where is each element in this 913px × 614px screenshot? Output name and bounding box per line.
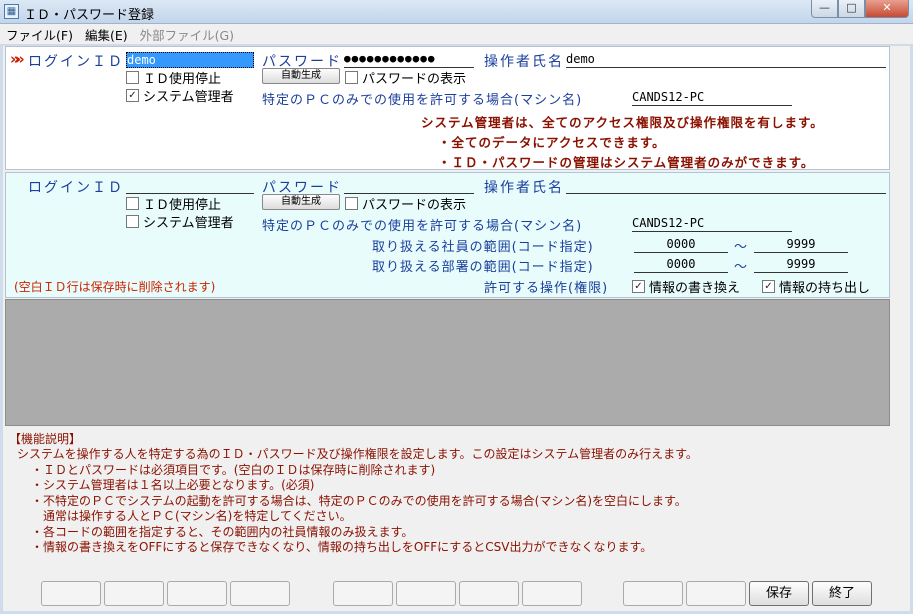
employee-from-input[interactable]: 0000	[634, 237, 728, 253]
login-id-label: ログインＩＤ	[28, 54, 124, 70]
help-line: ・不特定のＰＣでシステムの起動を許可する場合は、特定のＰＣのみでの使用を許可する…	[31, 493, 687, 508]
help-line: ・情報の書き換えをOFFにすると保存できなくなり、情報の持ち出しをOFFにすると…	[31, 540, 653, 554]
function-button-8	[522, 581, 582, 606]
menu-file[interactable]: ファイル(F)	[0, 25, 79, 44]
sysadmin-checkbox[interactable]	[126, 215, 139, 228]
show-password-label: パスワードの表示	[362, 72, 467, 87]
record-row-2: ログインＩＤ パスワード 操作者氏名 ＩＤ使用停止 自動生成 パスワードの表示 …	[5, 172, 890, 298]
machine-name-input[interactable]: CANDS12-PC	[632, 90, 792, 106]
exit-button[interactable]: 終了	[812, 581, 872, 606]
window-controls: — □ ✕	[811, 0, 909, 18]
admin-note-1: システム管理者は、全てのアクセス権限及び操作権限を有します。	[421, 115, 824, 130]
machine-name-input[interactable]: CANDS12-PC	[632, 216, 792, 232]
login-id-label: ログインＩＤ	[28, 180, 124, 196]
function-button-9	[623, 581, 683, 606]
auto-generate-button[interactable]: 自動生成	[262, 68, 340, 84]
show-password-checkbox[interactable]	[345, 197, 358, 210]
sysadmin-label: システム管理者	[143, 90, 234, 105]
menu-bar: ファイル(F) 編集(E) 外部ファイル(G)	[0, 24, 913, 45]
function-button-5	[333, 581, 393, 606]
blank-id-note: (空白ＩＤ行は保存時に削除されます)	[14, 280, 216, 294]
help-line: ・ＩＤとパスワードは必須項目です。(空白のＩＤは保存時に削除されます)	[31, 462, 436, 477]
id-stop-checkbox[interactable]	[126, 71, 139, 84]
operator-name-label: 操作者氏名	[484, 180, 564, 196]
export-checkbox[interactable]: ✓	[762, 280, 775, 293]
help-line: システムを操作する人を特定する為のＩＤ・パスワード及び操作権限を設定します。この…	[17, 447, 698, 461]
show-password-checkbox-row[interactable]: パスワードの表示	[345, 194, 466, 213]
auto-generate-button[interactable]: 自動生成	[262, 194, 340, 210]
password-input[interactable]	[344, 178, 474, 194]
id-stop-label: ＩＤ使用停止	[143, 198, 222, 213]
help-title: 【機能説明】	[9, 432, 82, 446]
function-button-7	[459, 581, 519, 606]
login-id-input[interactable]: demo	[126, 52, 254, 68]
dept-to-input[interactable]: 9999	[754, 257, 848, 273]
sysadmin-checkbox-row[interactable]: システム管理者	[126, 212, 234, 231]
employee-range-separator: ～	[734, 240, 749, 255]
dept-from-input[interactable]: 0000	[634, 257, 728, 273]
admin-note-3: ・ＩＤ・パスワードの管理はシステム管理者のみができます。	[438, 155, 815, 170]
rewrite-checkbox-row[interactable]: ✓ 情報の書き換え	[632, 277, 740, 296]
id-stop-checkbox-row[interactable]: ＩＤ使用停止	[126, 68, 221, 87]
export-checkbox-row[interactable]: ✓ 情報の持ち出し	[762, 277, 870, 296]
minimize-button[interactable]: —	[811, 0, 838, 18]
empty-record-area	[5, 299, 890, 426]
dept-range-label: 取り扱える部署の範囲(コード指定)	[372, 260, 594, 275]
close-button[interactable]: ✕	[865, 0, 909, 18]
title-bar: ▦ ＩＤ・パスワード登録 — □ ✕	[0, 0, 913, 24]
id-stop-checkbox-row[interactable]: ＩＤ使用停止	[126, 194, 221, 213]
help-section: 【機能説明】 システムを操作する人を特定する為のＩＤ・パスワード及び操作権限を設…	[9, 430, 904, 556]
id-stop-label: ＩＤ使用停止	[143, 72, 222, 87]
function-button-1	[41, 581, 101, 606]
permission-label: 許可する操作(権限)	[484, 281, 609, 296]
show-password-checkbox-row[interactable]: パスワードの表示	[345, 68, 466, 87]
rewrite-checkbox[interactable]: ✓	[632, 280, 645, 293]
menu-external-file: 外部ファイル(G)	[139, 27, 235, 43]
export-label: 情報の持ち出し	[779, 281, 871, 296]
function-button-4	[230, 581, 290, 606]
operator-name-label: 操作者氏名	[484, 54, 564, 70]
window-title: ＩＤ・パスワード登録	[24, 8, 155, 23]
function-button-2	[104, 581, 164, 606]
client-area: » » ログインＩＤ demo パスワード ●●●●●●●●●●●● 操作者氏名…	[3, 46, 910, 611]
employee-to-input[interactable]: 9999	[754, 237, 848, 253]
help-line: ・各コードの範囲を指定すると、その範囲内の社員情報のみ扱えます。	[31, 524, 414, 539]
maximize-button[interactable]: □	[838, 0, 865, 18]
menu-edit[interactable]: 編集(E)	[79, 25, 134, 44]
dept-range-separator: ～	[734, 260, 749, 275]
form-icon: ▦	[4, 4, 19, 19]
operator-name-input[interactable]: demo	[566, 52, 886, 68]
login-id-input[interactable]	[126, 178, 254, 194]
function-button-6	[396, 581, 456, 606]
operator-name-input[interactable]	[566, 178, 886, 194]
id-stop-checkbox[interactable]	[126, 197, 139, 210]
machine-name-label: 特定のＰＣのみでの使用を許可する場合(マシン名)	[262, 219, 583, 234]
sysadmin-checkbox[interactable]: ✓	[126, 89, 139, 102]
help-line: ・システム管理者は１名以上必要となります。(必須)	[31, 478, 315, 492]
show-password-checkbox[interactable]	[345, 71, 358, 84]
function-button-bar: 保存 終了	[41, 581, 881, 607]
show-password-label: パスワードの表示	[362, 198, 467, 213]
save-button[interactable]: 保存	[749, 581, 809, 606]
function-button-3	[167, 581, 227, 606]
employee-range-label: 取り扱える社員の範囲(コード指定)	[372, 240, 594, 255]
rewrite-label: 情報の書き換え	[649, 281, 741, 296]
sysadmin-label: システム管理者	[143, 216, 234, 231]
sysadmin-checkbox-row[interactable]: ✓ システム管理者	[126, 86, 234, 105]
admin-note-2: ・全てのデータにアクセスできます。	[438, 135, 666, 150]
function-button-10	[686, 581, 746, 606]
current-row-marker-2: »	[15, 50, 25, 68]
record-row-1: » » ログインＩＤ demo パスワード ●●●●●●●●●●●● 操作者氏名…	[5, 46, 890, 170]
machine-name-label: 特定のＰＣのみでの使用を許可する場合(マシン名)	[262, 93, 583, 108]
password-input[interactable]: ●●●●●●●●●●●●	[344, 52, 474, 68]
help-line: 通常は操作する人とＰＣ(マシン名)を特定してください。	[31, 509, 352, 523]
